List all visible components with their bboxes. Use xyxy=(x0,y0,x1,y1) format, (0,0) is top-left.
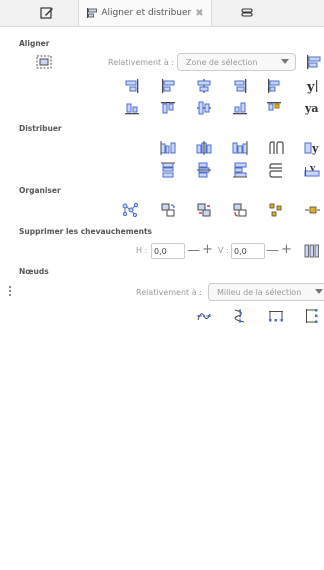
overlap-v-increment-button[interactable]: + xyxy=(281,243,292,257)
section-aligner: Aligner xyxy=(19,39,50,48)
exchange-positions-icon[interactable] xyxy=(160,202,176,218)
overlap-v-label: V : xyxy=(218,246,229,255)
svg-text:ya: ya xyxy=(304,102,319,115)
align-bottom-icon[interactable] xyxy=(124,100,140,116)
distribute-text-baselines-v-icon[interactable]: y xyxy=(304,162,320,178)
align-nodes-vertical-icon[interactable] xyxy=(232,308,248,324)
distribute-left-edges-icon[interactable] xyxy=(160,140,176,156)
distribute-nodes-horizontal-icon[interactable] xyxy=(268,308,284,324)
distribute-gaps-v-icon[interactable] xyxy=(268,162,284,178)
align-right-inner-icon[interactable] xyxy=(232,78,248,94)
align-right-edge-icon[interactable] xyxy=(306,54,322,70)
overlap-h-input[interactable]: 0,0 xyxy=(151,243,185,259)
edit-icon xyxy=(40,7,53,19)
align-left-anchor-icon[interactable] xyxy=(266,78,282,94)
panel-resize-handle[interactable] xyxy=(9,286,11,296)
align-distribute-icon xyxy=(87,8,98,18)
distribute-nodes-vertical-icon[interactable] xyxy=(304,308,320,324)
align-nodes-horizontal-icon[interactable] xyxy=(196,308,212,324)
randomize-positions-icon[interactable] xyxy=(268,202,284,218)
nodes-relative-label: Relativement à : xyxy=(136,288,202,297)
align-center-horizontal-axis-icon[interactable] xyxy=(196,100,212,116)
stack-icon xyxy=(241,8,253,17)
distribute-top-edges-icon[interactable] xyxy=(160,162,176,178)
chevron-down-icon xyxy=(315,289,323,294)
section-nodes: Nœuds xyxy=(19,267,49,276)
exchange-selection-order-icon[interactable] xyxy=(196,202,212,218)
section-remove-overlaps: Supprimer les chevauchements xyxy=(19,227,153,236)
overlap-v-input[interactable]: 0,0 xyxy=(231,243,265,259)
aligner-relative-select[interactable]: Zone de sélection xyxy=(177,53,296,71)
nodes-relative-select[interactable]: Milieu de la sélection xyxy=(208,283,324,301)
overlap-h-decrement-button[interactable]: — xyxy=(187,244,200,258)
treat-selection-as-group-icon[interactable] xyxy=(36,54,52,70)
tab-objects[interactable] xyxy=(212,0,282,26)
section-organiser: Organiser xyxy=(19,186,61,195)
align-bottom-inner-icon[interactable] xyxy=(232,100,248,116)
svg-text:y: y xyxy=(306,80,315,94)
svg-text:y: y xyxy=(311,142,319,155)
tab-label: Aligner et distribuer xyxy=(101,8,192,18)
unclump-objects-icon[interactable] xyxy=(304,202,320,218)
remove-overlaps-icon[interactable] xyxy=(304,243,320,259)
tab-fill-stroke[interactable] xyxy=(18,0,76,26)
distribute-gaps-h-icon[interactable] xyxy=(268,140,284,156)
distribute-centers-h-icon[interactable] xyxy=(196,140,212,156)
dock-tab-bar: Aligner et distribuer ✖ xyxy=(0,0,324,27)
close-icon[interactable]: ✖ xyxy=(195,8,203,19)
overlap-h-label: H : xyxy=(136,246,148,255)
distribute-bottom-edges-icon[interactable] xyxy=(232,162,248,178)
chevron-down-icon xyxy=(281,59,289,64)
align-left-icon[interactable] xyxy=(160,78,176,94)
nodes-relative-value: Milieu de la sélection xyxy=(217,287,302,297)
align-right-icon[interactable] xyxy=(124,78,140,94)
align-baseline-row-icon[interactable]: ya xyxy=(304,100,320,116)
align-top-anchor-icon[interactable] xyxy=(266,100,282,116)
align-baseline-text-icon[interactable]: y xyxy=(304,78,320,94)
graph-layout-icon[interactable] xyxy=(122,202,138,218)
section-distribuer: Distribuer xyxy=(19,124,62,133)
distribute-right-edges-icon[interactable] xyxy=(232,140,248,156)
distribute-centers-v-icon[interactable] xyxy=(196,162,212,178)
exchange-clockwise-icon[interactable] xyxy=(232,202,248,218)
aligner-relative-label: Relativement à : xyxy=(108,58,174,67)
distribute-text-baselines-h-icon[interactable]: y xyxy=(304,140,320,156)
overlap-v-decrement-button[interactable]: — xyxy=(266,244,279,258)
aligner-relative-value: Zone de sélection xyxy=(186,57,258,67)
overlap-h-increment-button[interactable]: + xyxy=(202,243,213,257)
align-center-vertical-axis-icon[interactable] xyxy=(196,78,212,94)
align-top-icon[interactable] xyxy=(160,100,176,116)
tab-align-distribute[interactable]: Aligner et distribuer ✖ xyxy=(78,0,212,26)
